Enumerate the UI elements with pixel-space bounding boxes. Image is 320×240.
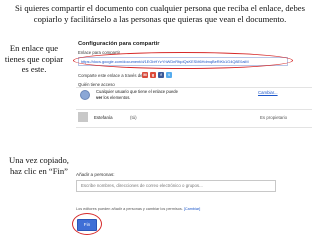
google-plus-icon[interactable]: g xyxy=(150,72,156,78)
share-via-label: Comparte este enlace a través de: xyxy=(78,73,144,78)
invite-panel: Añadir a personas: Escribe nombres, dire… xyxy=(72,171,314,237)
add-people-input[interactable]: Escribe nombres, direcciones de correo e… xyxy=(76,180,276,192)
divider xyxy=(76,127,312,128)
instruction-text: Si quieres compartir el documento con cu… xyxy=(15,3,305,24)
divider xyxy=(76,109,312,110)
dialog-title: Configuración para compartir xyxy=(78,41,160,47)
add-people-label: Añadir a personas: xyxy=(76,172,115,177)
change-access-link[interactable]: Cambiar... xyxy=(258,90,278,95)
owner-row: Estefanía (tú) Es propietario xyxy=(76,112,312,123)
share-icons-row: M g f t xyxy=(142,72,172,78)
facebook-icon[interactable]: f xyxy=(158,72,164,78)
change-permissions-link[interactable]: [Cambiar] xyxy=(184,207,200,211)
note-copy-link: En enlace que tienes que copiar es este. xyxy=(4,43,64,74)
highlight-ring-done xyxy=(72,213,102,235)
owner-role: Es propietario xyxy=(260,115,288,120)
access-description: Cualquier usuario que tiene el enlace pu… xyxy=(96,89,178,100)
owner-name: Estefanía xyxy=(94,115,113,120)
twitter-icon[interactable]: t xyxy=(166,72,172,78)
access-line-2: los elementos. xyxy=(103,94,131,100)
email-icon[interactable]: M xyxy=(142,72,148,78)
share-settings-dialog: Configuración para compartir Enlace para… xyxy=(73,39,314,137)
access-row: Cualquier usuario que tiene el enlace pu… xyxy=(78,88,248,105)
access-permission: ver xyxy=(96,94,103,100)
owner-self-tag: (tú) xyxy=(130,115,137,120)
note-click-done: Una vez copiado, haz clic en “Fin” xyxy=(9,155,69,176)
highlight-ring-link xyxy=(73,52,293,69)
editor-note-text: Los editores pueden añadir a personas y … xyxy=(76,207,183,211)
globe-icon xyxy=(80,90,90,100)
avatar xyxy=(78,112,88,122)
editor-permission-note: Los editores pueden añadir a personas y … xyxy=(76,207,200,211)
